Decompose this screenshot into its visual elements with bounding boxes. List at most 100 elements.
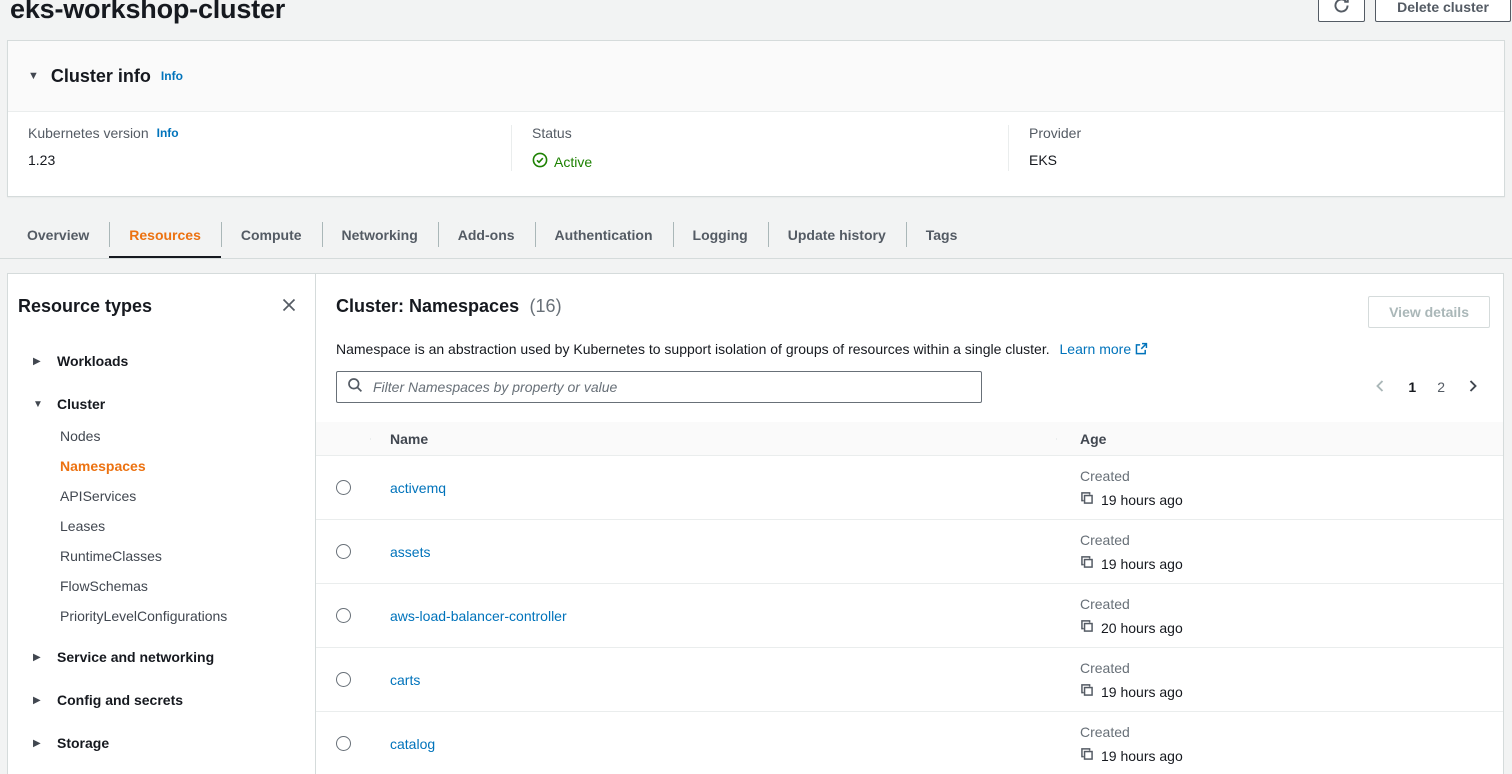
table-row: activemq Created 19 hours ago bbox=[316, 456, 1503, 520]
resource-type-tree: ▶ Workloads ▼ Cluster Nodes Namespaces A… bbox=[18, 353, 299, 751]
provider-label: Provider bbox=[1029, 125, 1464, 141]
namespaces-table: Name Age activemq Created 19 hours ago bbox=[316, 422, 1503, 774]
namespaces-count: (16) bbox=[530, 296, 562, 316]
chevron-down-icon: ▼ bbox=[33, 399, 45, 410]
sidebar-item-namespaces[interactable]: Namespaces bbox=[18, 451, 299, 481]
tab-update-history[interactable]: Update history bbox=[768, 211, 906, 258]
provider-value: EKS bbox=[1029, 152, 1464, 168]
sidebar-section-cluster[interactable]: ▼ Cluster bbox=[18, 396, 299, 412]
refresh-button[interactable] bbox=[1318, 0, 1365, 22]
kubernetes-version-label: Kubernetes version bbox=[28, 125, 149, 141]
copy-icon[interactable] bbox=[1080, 488, 1094, 512]
table-row: assets Created 19 hours ago bbox=[316, 520, 1503, 584]
page-1-button[interactable]: 1 bbox=[1401, 377, 1423, 397]
delete-cluster-button[interactable]: Delete cluster bbox=[1375, 0, 1511, 22]
column-header-name: Name bbox=[370, 431, 1056, 447]
cluster-info-info-link[interactable]: Info bbox=[161, 69, 183, 83]
kubernetes-version-info-link[interactable]: Info bbox=[157, 126, 179, 140]
chevron-right-icon bbox=[1466, 378, 1480, 397]
namespace-link[interactable]: carts bbox=[390, 672, 420, 688]
pagination: 1 2 bbox=[1366, 376, 1487, 399]
table-row: carts Created 19 hours ago bbox=[316, 648, 1503, 712]
cluster-tabs: Overview Resources Compute Networking Ad… bbox=[7, 211, 977, 258]
kubernetes-version-field: Kubernetes version Info 1.23 bbox=[28, 125, 511, 171]
tab-authentication[interactable]: Authentication bbox=[535, 211, 673, 258]
tab-compute[interactable]: Compute bbox=[221, 211, 322, 258]
created-label: Created bbox=[1080, 464, 1503, 488]
cluster-info-title: Cluster info bbox=[51, 66, 151, 87]
sidebar-section-config-and-secrets[interactable]: ▶ Config and secrets bbox=[18, 692, 299, 708]
namespace-link[interactable]: catalog bbox=[390, 736, 435, 752]
section-storage: ▶ Storage bbox=[18, 735, 299, 751]
age-value: 19 hours ago bbox=[1101, 744, 1183, 768]
status-check-circle-icon bbox=[532, 152, 548, 171]
sidebar-item-leases[interactable]: Leases bbox=[18, 511, 299, 541]
tabs-divider bbox=[0, 258, 1512, 259]
cluster-info-header[interactable]: ▼ Cluster info Info bbox=[8, 41, 1504, 112]
table-row: catalog Created 19 hours ago bbox=[316, 712, 1503, 774]
tab-add-ons[interactable]: Add-ons bbox=[438, 211, 535, 258]
copy-icon[interactable] bbox=[1080, 616, 1094, 640]
status-badge: Active bbox=[554, 154, 592, 170]
filter-input-wrap bbox=[336, 371, 982, 403]
sidebar-section-workloads[interactable]: ▶ Workloads bbox=[18, 353, 299, 369]
tab-logging[interactable]: Logging bbox=[673, 211, 768, 258]
row-radio[interactable] bbox=[336, 608, 351, 623]
provider-field: Provider EKS bbox=[1008, 125, 1484, 171]
external-link-icon bbox=[1134, 343, 1148, 359]
row-radio[interactable] bbox=[336, 672, 351, 687]
eks-cluster-page: eks-workshop-cluster Delete cluster ▼ Cl… bbox=[0, 0, 1512, 774]
cluster-info-body: Kubernetes version Info 1.23 Status Acti… bbox=[8, 112, 1504, 171]
created-label: Created bbox=[1080, 656, 1503, 680]
chevron-down-icon: ▼ bbox=[28, 70, 39, 82]
kubernetes-version-value: 1.23 bbox=[28, 152, 491, 168]
chevron-right-icon: ▶ bbox=[33, 738, 45, 749]
row-radio[interactable] bbox=[336, 736, 351, 751]
section-workloads: ▶ Workloads bbox=[18, 353, 299, 369]
close-sidebar-button[interactable] bbox=[279, 295, 299, 318]
copy-icon[interactable] bbox=[1080, 744, 1094, 768]
tab-tags[interactable]: Tags bbox=[906, 211, 978, 258]
namespace-link[interactable]: aws-load-balancer-controller bbox=[390, 608, 567, 624]
sidebar-item-nodes[interactable]: Nodes bbox=[18, 421, 299, 451]
learn-more-link[interactable]: Learn more bbox=[1060, 341, 1149, 357]
resources-panel: Resource types ▶ Workloads ▼ bbox=[7, 273, 1504, 774]
previous-page-button[interactable] bbox=[1366, 376, 1394, 399]
sidebar-item-runtimeclasses[interactable]: RuntimeClasses bbox=[18, 541, 299, 571]
created-label: Created bbox=[1080, 528, 1503, 552]
status-field: Status Active bbox=[511, 125, 1008, 171]
filter-namespaces-input[interactable] bbox=[363, 372, 981, 402]
sidebar-item-flowschemas[interactable]: FlowSchemas bbox=[18, 571, 299, 601]
row-radio[interactable] bbox=[336, 544, 351, 559]
namespace-link[interactable]: assets bbox=[390, 544, 430, 560]
close-icon bbox=[281, 297, 297, 316]
resource-types-sidebar: Resource types ▶ Workloads ▼ bbox=[8, 274, 316, 774]
view-details-button[interactable]: View details bbox=[1368, 296, 1490, 328]
sidebar-item-prioritylevelconfigurations[interactable]: PriorityLevelConfigurations bbox=[18, 601, 299, 631]
sidebar-section-storage[interactable]: ▶ Storage bbox=[18, 735, 299, 751]
table-row: aws-load-balancer-controller Created 20 … bbox=[316, 584, 1503, 648]
section-storage-label: Storage bbox=[57, 735, 109, 751]
sidebar-section-service-and-networking[interactable]: ▶ Service and networking bbox=[18, 649, 299, 665]
age-value: 19 hours ago bbox=[1101, 680, 1183, 704]
search-icon bbox=[347, 377, 363, 398]
next-page-button[interactable] bbox=[1459, 376, 1487, 399]
page-2-button[interactable]: 2 bbox=[1430, 377, 1452, 397]
namespace-link[interactable]: activemq bbox=[390, 480, 446, 496]
section-cluster: ▼ Cluster Nodes Namespaces APIServices L… bbox=[18, 396, 299, 631]
row-radio[interactable] bbox=[336, 480, 351, 495]
cluster-info-panel: ▼ Cluster info Info Kubernetes version I… bbox=[7, 40, 1505, 197]
tab-resources[interactable]: Resources bbox=[109, 211, 221, 258]
chevron-right-icon: ▶ bbox=[33, 356, 45, 367]
age-value: 19 hours ago bbox=[1101, 552, 1183, 576]
copy-icon[interactable] bbox=[1080, 680, 1094, 704]
tab-overview[interactable]: Overview bbox=[7, 211, 109, 258]
chevron-left-icon bbox=[1373, 378, 1387, 397]
tab-networking[interactable]: Networking bbox=[322, 211, 438, 258]
section-workloads-label: Workloads bbox=[57, 353, 128, 369]
section-service-and-networking: ▶ Service and networking bbox=[18, 649, 299, 665]
namespaces-description: Namespace is an abstraction used by Kube… bbox=[336, 341, 1050, 357]
copy-icon[interactable] bbox=[1080, 552, 1094, 576]
chevron-right-icon: ▶ bbox=[33, 695, 45, 706]
sidebar-item-apiservices[interactable]: APIServices bbox=[18, 481, 299, 511]
